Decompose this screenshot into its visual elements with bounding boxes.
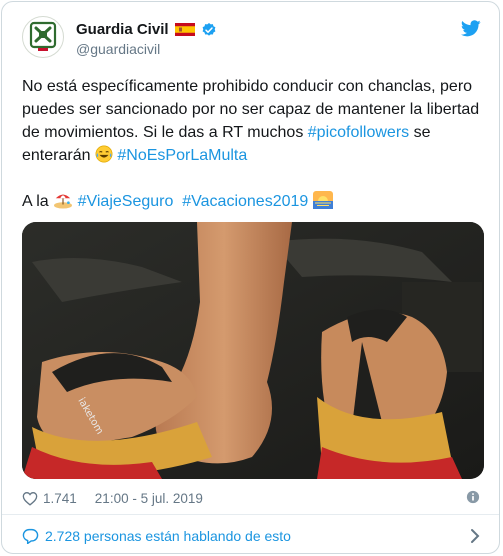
tweet-paragraph-2: A la #ViajeSeguro #Vacaciones2019 (22, 190, 484, 213)
sunrise-emoji-icon (312, 191, 333, 209)
tweet-photo[interactable]: iaketom (22, 222, 484, 479)
display-name[interactable]: Guardia Civil (76, 21, 169, 38)
hashtag-viajeseguro[interactable]: #ViajeSeguro (78, 193, 174, 210)
tweet-line2-prefix: A la (22, 193, 54, 210)
guardia-civil-emblem-icon (29, 21, 57, 51)
conversation-link[interactable]: 2.728 personas están hablando de esto (22, 525, 484, 547)
like-button[interactable] (22, 491, 38, 506)
hashtag-vacaciones2019[interactable]: #Vacaciones2019 (182, 193, 308, 210)
tweet-card: Guardia Civil @guardiacivil No está espe… (1, 1, 500, 554)
spain-flag-icon (174, 23, 195, 36)
tweet-meta: 1.741 21:00 - 5 jul. 2019 (22, 487, 484, 509)
flip-flops-photo: iaketom (22, 222, 484, 479)
reply-bubble-icon (22, 528, 39, 544)
hashtag-picofollowers[interactable]: #picofollowers (308, 124, 409, 141)
laughing-tears-emoji-icon (95, 145, 113, 163)
tweet-timestamp[interactable]: 21:00 - 5 jul. 2019 (95, 491, 203, 506)
verified-badge-icon (202, 22, 215, 36)
info-icon[interactable] (466, 490, 480, 504)
conversation-label[interactable]: 2.728 personas están hablando de esto (45, 528, 291, 544)
tweet-text: No está específicamente prohibido conduc… (22, 75, 484, 213)
beach-umbrella-emoji-icon (54, 194, 73, 209)
divider (2, 514, 499, 515)
like-count[interactable]: 1.741 (43, 491, 77, 506)
avatar[interactable] (22, 16, 64, 58)
chevron-right-icon (471, 529, 480, 543)
twitter-bird-icon[interactable] (461, 20, 481, 37)
author-names: Guardia Civil @guardiacivil (76, 21, 217, 57)
user-handle[interactable]: @guardiacivil (76, 41, 217, 57)
tweet-paragraph-1: No está específicamente prohibido conduc… (22, 75, 484, 167)
heart-icon (22, 491, 38, 506)
hashtag-noesporlamulta[interactable]: #NoEsPorLaMulta (117, 147, 247, 164)
tweet-header: Guardia Civil @guardiacivil (22, 14, 483, 70)
